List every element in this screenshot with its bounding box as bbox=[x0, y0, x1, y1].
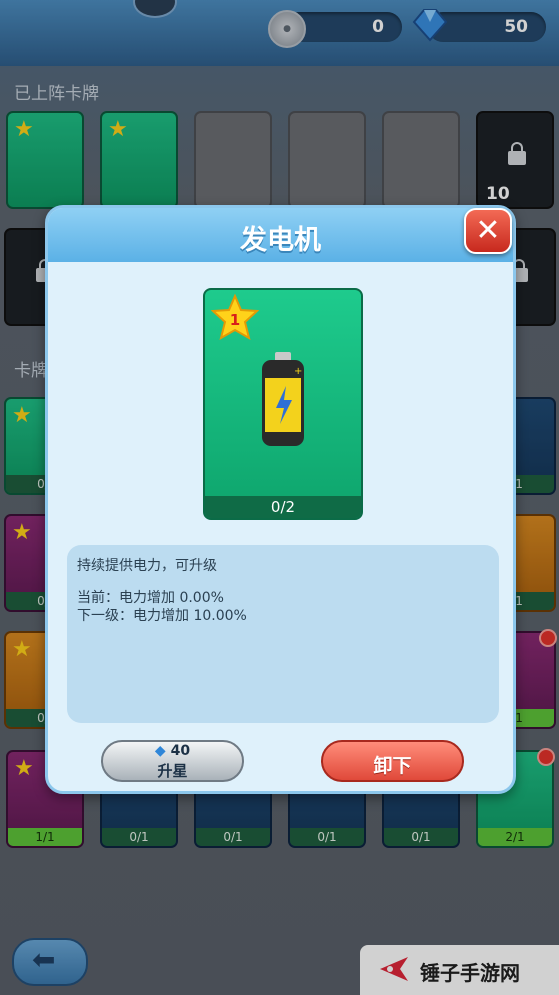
upgrade-cost: ◆ 40 bbox=[103, 743, 242, 759]
card-description-box: 持续提供电力，可升级 当前：电力增加 0.00% 下一级：电力增加 10.00% bbox=[67, 545, 499, 723]
upgrade-cost-value: 40 bbox=[170, 743, 191, 759]
star-level-number: 1 bbox=[230, 311, 240, 329]
svg-text:+: + bbox=[294, 366, 302, 377]
card-detail-dialog: 发电机 1 + 0/2 持续提供电力，可升级 当前：电力增加 0.00% 下一级… bbox=[45, 205, 516, 794]
battery-icon: + bbox=[262, 352, 304, 446]
current-effect: 当前：电力增加 0.00% bbox=[77, 590, 224, 606]
upgrade-label: 升星 bbox=[157, 762, 188, 780]
close-icon: ✕ bbox=[475, 213, 501, 248]
gem-icon: ◆ bbox=[154, 743, 166, 759]
dialog-title: 发电机 bbox=[240, 225, 321, 256]
card-preview: 1 + 0/2 bbox=[203, 288, 363, 520]
card-description: 持续提供电力，可升级 bbox=[77, 558, 217, 574]
next-level-effect: 下一级：电力增加 10.00% bbox=[77, 608, 247, 624]
close-button[interactable]: ✕ bbox=[464, 208, 512, 254]
unload-label: 卸下 bbox=[373, 755, 412, 777]
unload-button[interactable]: 卸下 bbox=[321, 740, 464, 782]
upgrade-star-button[interactable]: ◆ 40 升星 bbox=[101, 740, 244, 782]
card-progress: 0/2 bbox=[205, 496, 361, 518]
star-level-icon: 1 bbox=[211, 294, 259, 340]
dialog-header: 发电机 bbox=[48, 208, 513, 262]
